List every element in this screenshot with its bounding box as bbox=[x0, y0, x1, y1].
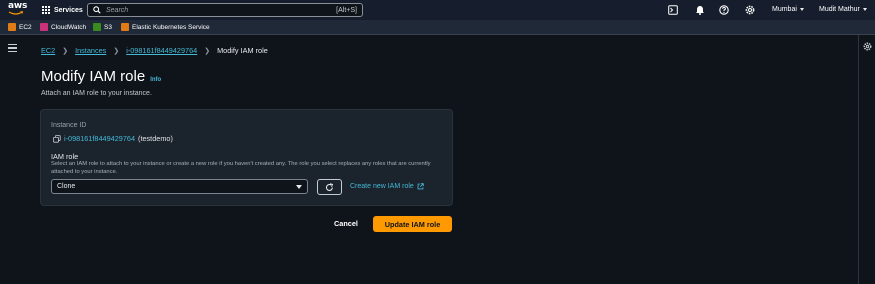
menu-icon[interactable] bbox=[8, 44, 17, 52]
terminal-icon[interactable] bbox=[668, 5, 678, 15]
refresh-icon bbox=[325, 182, 334, 191]
bell-icon[interactable] bbox=[695, 5, 705, 15]
breadcrumb: EC2 ❯ Instances ❯ i-098161f8449429764 ❯ … bbox=[41, 46, 268, 55]
breadcrumb-instance-id[interactable]: i-098161f8449429764 bbox=[126, 46, 197, 55]
page-description: Attach an IAM role to your instance. bbox=[41, 90, 152, 97]
refresh-button[interactable] bbox=[317, 179, 342, 195]
services-menu-button[interactable]: Services bbox=[42, 3, 83, 17]
iam-role-select[interactable]: Clone bbox=[51, 179, 308, 194]
iam-role-help-text: Select an IAM role to attach to your ins… bbox=[51, 161, 431, 175]
favorite-cloudwatch[interactable]: CloudWatch bbox=[40, 23, 86, 31]
account-menu[interactable]: Mudit Mathur bbox=[819, 6, 867, 13]
chevron-right-icon: ❯ bbox=[113, 47, 120, 55]
breadcrumb-ec2[interactable]: EC2 bbox=[41, 46, 55, 55]
iam-role-label: IAM role bbox=[51, 152, 79, 161]
eks-icon bbox=[121, 23, 129, 31]
help-icon[interactable] bbox=[719, 5, 729, 15]
create-iam-role-link[interactable]: Create new IAM role bbox=[350, 183, 424, 190]
search-placeholder: Search bbox=[106, 6, 129, 14]
search-shortcut: [Alt+S] bbox=[336, 6, 357, 14]
page-title: Modify IAM role bbox=[41, 68, 146, 85]
favorite-label: S3 bbox=[104, 23, 112, 31]
external-link-icon bbox=[417, 183, 424, 190]
create-iam-role-label: Create new IAM role bbox=[350, 183, 414, 190]
region-label: Mumbai bbox=[772, 6, 797, 13]
chevron-right-icon: ❯ bbox=[62, 47, 69, 55]
search-input[interactable]: Search [Alt+S] bbox=[87, 3, 363, 17]
caret-down-icon bbox=[296, 184, 302, 189]
favorite-eks[interactable]: Elastic Kubernetes Service bbox=[121, 23, 210, 31]
aws-logo[interactable]: aws bbox=[8, 2, 30, 18]
breadcrumb-current: Modify IAM role bbox=[217, 46, 268, 55]
modify-role-panel: Instance ID i-098161f8449429764 (testdem… bbox=[41, 110, 452, 205]
cloudwatch-icon bbox=[40, 23, 48, 31]
chevron-down-icon bbox=[862, 8, 867, 11]
grid-icon bbox=[42, 6, 50, 14]
settings-icon[interactable] bbox=[863, 42, 872, 51]
instance-id-label: Instance ID bbox=[51, 122, 87, 129]
favorite-label: CloudWatch bbox=[51, 23, 87, 31]
region-selector[interactable]: Mumbai bbox=[772, 6, 804, 13]
services-label: Services bbox=[54, 6, 83, 14]
aws-smile-icon bbox=[8, 11, 24, 15]
update-iam-role-button[interactable]: Update IAM role bbox=[373, 216, 452, 232]
instance-name: (testdemo) bbox=[138, 134, 173, 143]
ec2-icon bbox=[8, 23, 16, 31]
iam-role-selected-value: Clone bbox=[57, 183, 76, 190]
favorites-bar: EC2 CloudWatch S3 Elastic Kubernetes Ser… bbox=[0, 20, 875, 35]
chevron-right-icon: ❯ bbox=[204, 47, 211, 55]
copy-icon[interactable] bbox=[53, 134, 61, 143]
favorite-label: EC2 bbox=[19, 23, 32, 31]
top-navigation: aws Services Search [Alt+S] Mumbai Mudit… bbox=[0, 0, 875, 20]
favorite-ec2[interactable]: EC2 bbox=[8, 23, 32, 31]
instance-id-link[interactable]: i-098161f8449429764 bbox=[64, 134, 135, 143]
search-icon bbox=[93, 6, 101, 14]
chevron-down-icon bbox=[799, 8, 804, 11]
info-link[interactable]: Info bbox=[150, 77, 161, 83]
s3-icon bbox=[93, 23, 101, 31]
favorite-s3[interactable]: S3 bbox=[93, 23, 112, 31]
favorite-label: Elastic Kubernetes Service bbox=[132, 23, 210, 31]
user-name: Mudit Mathur bbox=[819, 6, 860, 13]
right-rail bbox=[858, 35, 875, 284]
aws-logo-text: aws bbox=[8, 1, 28, 11]
page-header: Modify IAM role Info bbox=[41, 68, 161, 85]
breadcrumb-instances[interactable]: Instances bbox=[75, 46, 106, 55]
settings-icon[interactable] bbox=[745, 5, 755, 15]
cancel-button[interactable]: Cancel bbox=[334, 219, 358, 228]
instance-id-row: i-098161f8449429764 (testdemo) bbox=[53, 134, 173, 143]
